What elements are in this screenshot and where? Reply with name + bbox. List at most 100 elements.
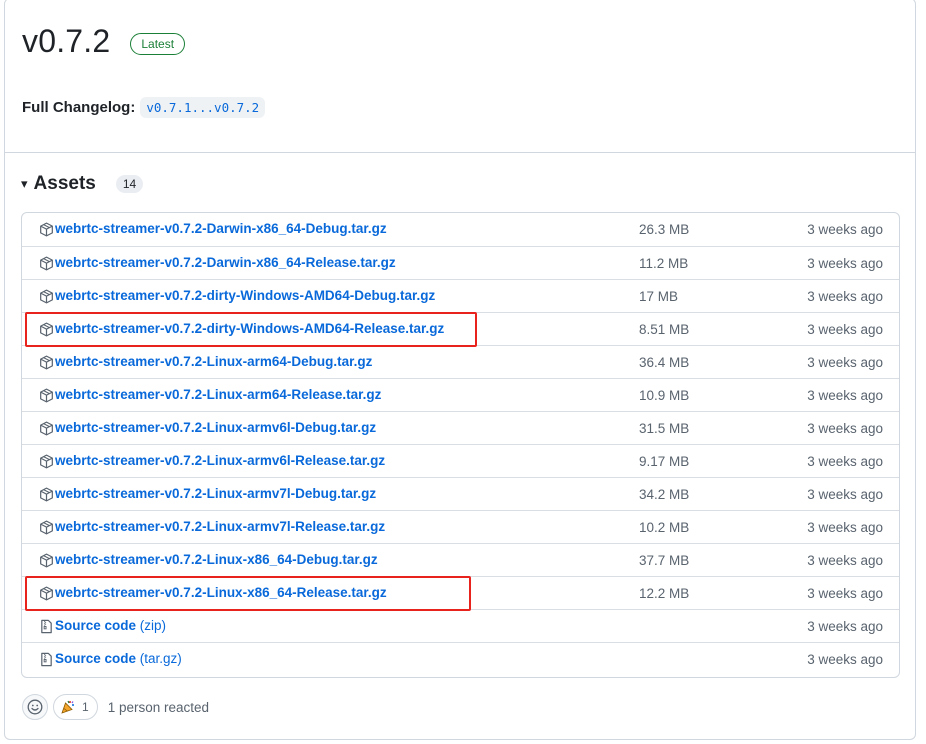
release-title[interactable]: v0.7.2 <box>22 23 110 60</box>
release-card: v0.7.2 Latest Full Changelog: v0.7.1...v… <box>4 0 916 740</box>
asset-row: Source code (zip) 3 weeks ago <box>22 609 899 642</box>
asset-row: webrtc-streamer-v0.7.2-dirty-Windows-AMD… <box>22 312 899 345</box>
changelog-compare-link[interactable]: v0.7.1...v0.7.2 <box>140 97 266 118</box>
package-icon <box>39 289 54 304</box>
smiley-icon <box>27 699 43 715</box>
asset-date: 3 weeks ago <box>807 586 883 601</box>
asset-row: webrtc-streamer-v0.7.2-Darwin-x86_64-Rel… <box>22 246 899 279</box>
asset-size: 34.2 MB <box>639 487 690 502</box>
latest-badge: Latest <box>130 32 186 55</box>
asset-row: webrtc-streamer-v0.7.2-Linux-armv7l-Rele… <box>22 510 899 543</box>
asset-name: Source code <box>55 618 137 633</box>
assets-count-badge: 14 <box>115 175 144 193</box>
asset-size: 12.2 MB <box>639 586 690 601</box>
asset-download-link[interactable]: webrtc-streamer-v0.7.2-dirty-Windows-AMD… <box>55 288 435 303</box>
asset-row: webrtc-streamer-v0.7.2-Linux-x86_64-Debu… <box>22 543 899 576</box>
asset-row: Source code (tar.gz) 3 weeks ago <box>22 642 899 675</box>
party-popper-icon <box>61 700 74 714</box>
asset-download-link[interactable]: webrtc-streamer-v0.7.2-Linux-x86_64-Debu… <box>55 552 378 567</box>
package-icon <box>39 355 54 370</box>
asset-date: 3 weeks ago <box>807 487 883 502</box>
asset-row: webrtc-streamer-v0.7.2-dirty-Windows-AMD… <box>22 279 899 312</box>
asset-date: 3 weeks ago <box>807 553 883 568</box>
changelog-label: Full Changelog: <box>22 99 136 116</box>
add-reaction-button[interactable] <box>22 694 48 720</box>
asset-size: 9.17 MB <box>639 454 690 469</box>
asset-size: 11.2 MB <box>639 256 689 271</box>
asset-download-link[interactable]: Source code (zip) <box>55 618 166 633</box>
asset-name: webrtc-streamer-v0.7.2-Linux-arm64-Relea… <box>55 387 382 402</box>
package-icon <box>39 454 54 469</box>
asset-name: webrtc-streamer-v0.7.2-Linux-armv7l-Debu… <box>55 486 377 501</box>
file-zip-icon <box>39 652 54 667</box>
asset-date: 3 weeks ago <box>807 222 883 237</box>
asset-row: webrtc-streamer-v0.7.2-Linux-arm64-Debug… <box>22 345 899 378</box>
asset-download-link[interactable]: webrtc-streamer-v0.7.2-Linux-armv7l-Rele… <box>55 519 385 534</box>
asset-date: 3 weeks ago <box>807 421 883 436</box>
package-icon <box>39 322 54 337</box>
asset-name: webrtc-streamer-v0.7.2-Darwin-x86_64-Deb… <box>55 221 387 236</box>
package-icon <box>39 586 54 601</box>
package-icon <box>39 222 54 237</box>
asset-name: webrtc-streamer-v0.7.2-Linux-armv7l-Rele… <box>55 519 386 534</box>
asset-size: 37.7 MB <box>639 553 690 568</box>
asset-row: webrtc-streamer-v0.7.2-Linux-armv6l-Debu… <box>22 411 899 444</box>
asset-name: webrtc-streamer-v0.7.2-Linux-armv6l-Debu… <box>55 420 377 435</box>
asset-size: 10.2 MB <box>639 520 690 535</box>
asset-name: webrtc-streamer-v0.7.2-Linux-x86_64-Rele… <box>55 585 387 600</box>
asset-download-link[interactable]: Source code (tar.gz) <box>55 651 182 666</box>
asset-size: 10.9 MB <box>639 388 690 403</box>
release-header: v0.7.2 Latest <box>22 23 186 60</box>
package-icon <box>39 487 54 502</box>
asset-format: (tar.gz) <box>136 651 182 666</box>
asset-size: 26.3 MB <box>639 222 690 237</box>
asset-name: webrtc-streamer-v0.7.2-Linux-armv6l-Rele… <box>55 453 386 468</box>
asset-row: webrtc-streamer-v0.7.2-Darwin-x86_64-Deb… <box>22 213 899 246</box>
asset-row: webrtc-streamer-v0.7.2-Linux-x86_64-Rele… <box>22 576 899 609</box>
asset-size: 31.5 MB <box>639 421 690 436</box>
full-changelog: Full Changelog: v0.7.1...v0.7.2 <box>22 97 266 118</box>
asset-size: 17 MB <box>639 289 679 304</box>
asset-download-link[interactable]: webrtc-streamer-v0.7.2-dirty-Windows-AMD… <box>55 321 444 336</box>
asset-download-link[interactable]: webrtc-streamer-v0.7.2-Linux-arm64-Debug… <box>55 354 372 369</box>
assets-list: webrtc-streamer-v0.7.2-Darwin-x86_64-Deb… <box>21 212 900 678</box>
asset-date: 3 weeks ago <box>807 520 883 535</box>
asset-format: (zip) <box>136 618 167 633</box>
package-icon <box>39 388 54 403</box>
asset-date: 3 weeks ago <box>807 256 883 271</box>
asset-name: webrtc-streamer-v0.7.2-Linux-x86_64-Debu… <box>55 552 378 567</box>
package-icon <box>39 421 54 436</box>
assets-toggle[interactable]: ▾ Assets 14 <box>21 173 144 195</box>
asset-date: 3 weeks ago <box>807 388 883 403</box>
section-divider <box>5 152 915 153</box>
asset-download-link[interactable]: webrtc-streamer-v0.7.2-Linux-armv6l-Debu… <box>55 420 376 435</box>
asset-download-link[interactable]: webrtc-streamer-v0.7.2-Linux-arm64-Relea… <box>55 387 381 402</box>
asset-name: webrtc-streamer-v0.7.2-dirty-Windows-AMD… <box>55 288 436 303</box>
asset-name: webrtc-streamer-v0.7.2-Darwin-x86_64-Rel… <box>55 255 396 270</box>
asset-size: 36.4 MB <box>639 355 690 370</box>
caret-down-icon: ▾ <box>21 176 28 191</box>
asset-download-link[interactable]: webrtc-streamer-v0.7.2-Linux-armv6l-Rele… <box>55 453 385 468</box>
asset-date: 3 weeks ago <box>807 619 883 634</box>
asset-row: webrtc-streamer-v0.7.2-Linux-arm64-Relea… <box>22 378 899 411</box>
reactions-summary: 1 person reacted <box>107 699 210 715</box>
asset-date: 3 weeks ago <box>807 652 883 667</box>
asset-row: webrtc-streamer-v0.7.2-Linux-armv7l-Debu… <box>22 477 899 510</box>
asset-download-link[interactable]: webrtc-streamer-v0.7.2-Linux-x86_64-Rele… <box>55 585 387 600</box>
asset-date: 3 weeks ago <box>807 454 883 469</box>
asset-date: 3 weeks ago <box>807 322 883 337</box>
package-icon <box>39 256 54 271</box>
asset-name: webrtc-streamer-v0.7.2-dirty-Windows-AMD… <box>55 321 445 336</box>
asset-row: webrtc-streamer-v0.7.2-Linux-armv6l-Rele… <box>22 444 899 477</box>
asset-name: Source code <box>55 651 137 666</box>
package-icon <box>39 520 54 535</box>
file-zip-icon <box>39 619 54 634</box>
asset-download-link[interactable]: webrtc-streamer-v0.7.2-Darwin-x86_64-Deb… <box>55 221 387 236</box>
asset-download-link[interactable]: webrtc-streamer-v0.7.2-Darwin-x86_64-Rel… <box>55 255 396 270</box>
assets-title: Assets <box>33 173 96 194</box>
package-icon <box>39 553 54 568</box>
reactions-bar: 1 1 person reacted <box>22 694 209 720</box>
reaction-count: 1 <box>82 700 89 714</box>
asset-download-link[interactable]: webrtc-streamer-v0.7.2-Linux-armv7l-Debu… <box>55 486 376 501</box>
reaction-hooray-button[interactable]: 1 <box>53 694 98 720</box>
